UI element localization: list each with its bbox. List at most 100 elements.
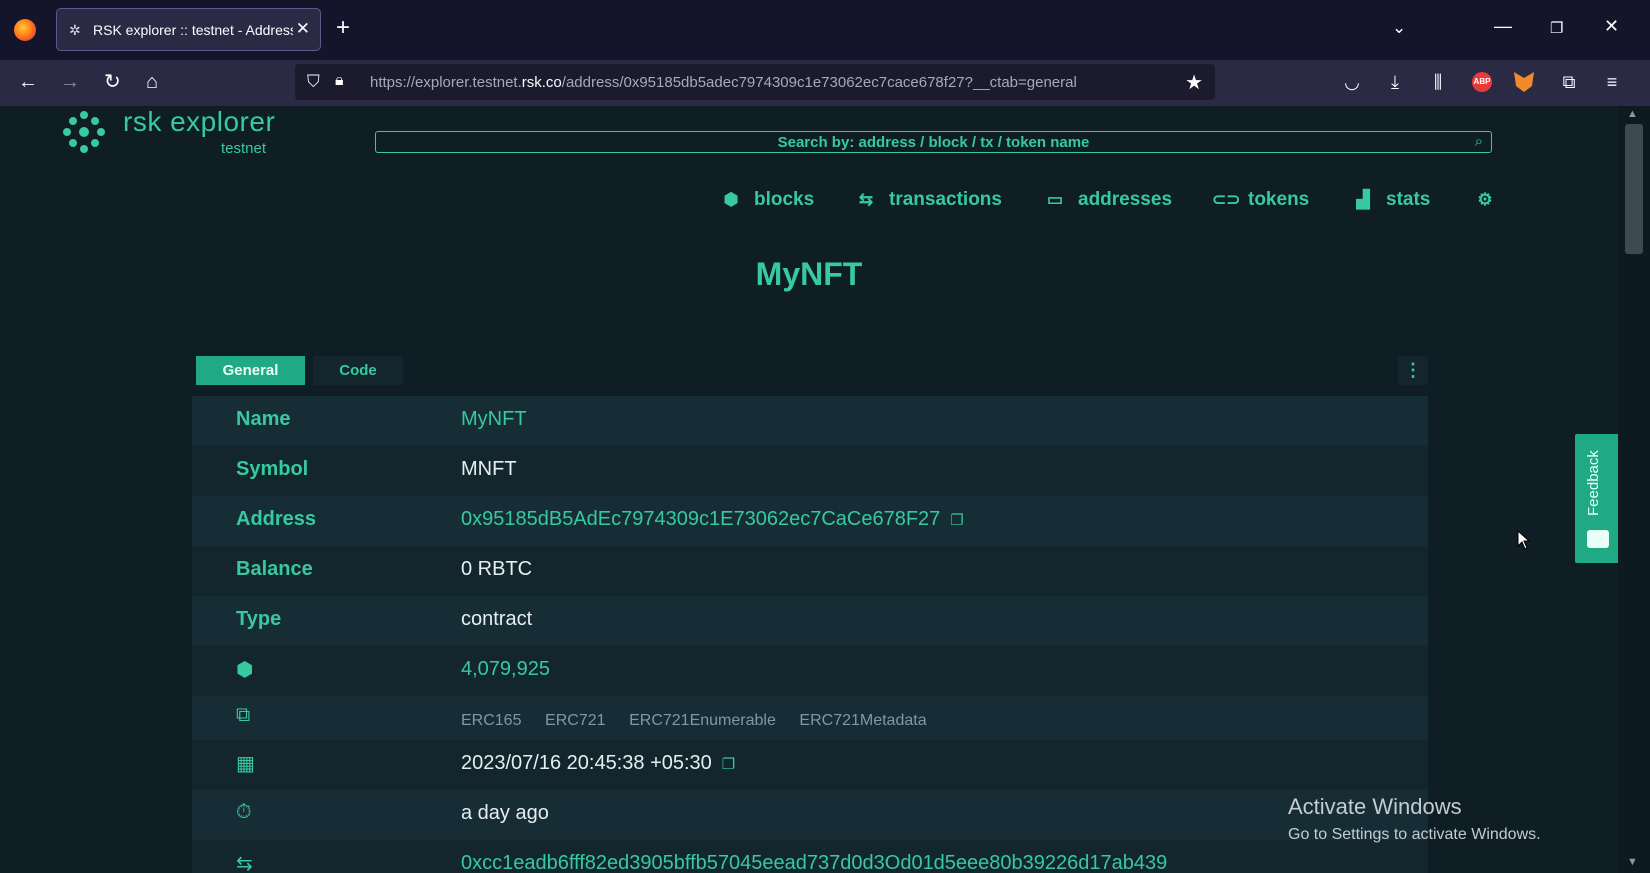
address-value[interactable]: 0x95185dB5AdEc7974309c1E73062ec7CaCe678F… (461, 508, 964, 531)
page-title: MyNFT (755, 256, 863, 292)
library-icon[interactable]: ⫼ (1426, 70, 1450, 94)
hamburger-menu-icon[interactable]: ≡ (1600, 70, 1624, 94)
download-icon[interactable]: ⤓ (1383, 70, 1407, 94)
cube-icon: ⬢ (723, 190, 739, 209)
arrows-icon: ⇆ (236, 853, 253, 873)
symbol-label: Symbol (236, 458, 309, 480)
page-content: rsk explorer testnet ⌕ ⬢blocks ⇆transact… (0, 106, 1618, 873)
feedback-label: Feedback (1585, 450, 1602, 516)
shield-icon[interactable]: ⛉ (307, 72, 320, 92)
windows-activation-watermark: Activate Windows Go to Settings to activ… (1288, 794, 1541, 844)
screen: ✲ RSK explorer :: testnet - Address ✕ + … (0, 0, 1650, 873)
row-interfaces: ⧉ ERC165 ERC721 ERC721Enumerable ERC721M… (192, 696, 1428, 740)
interfaces-list: ERC165 ERC721 ERC721Enumerable ERC721Met… (461, 708, 945, 731)
reload-icon[interactable]: ↻ (104, 70, 121, 94)
scroll-down-icon[interactable]: ▼ (1627, 856, 1638, 868)
rsk-logo-icon[interactable] (62, 110, 106, 154)
interface-chip: ERC721Enumerable (629, 712, 776, 729)
logo-subtitle: testnet (221, 140, 267, 157)
link-icon: ⊂⊃ (1212, 190, 1241, 209)
minimize-icon[interactable]: — (1494, 16, 1512, 37)
tx-value[interactable]: 0xcc1eadb6fff82ed3905bffb57045eead737d0d… (461, 852, 1167, 873)
row-block: ⬢ 4,079,925 (192, 646, 1428, 696)
page-scrollbar[interactable]: ▲ ▼ (1618, 106, 1650, 873)
balance-value: 0 RBTC (461, 558, 533, 580)
details-panel: Name MyNFT Symbol MNFT Address 0x95185dB… (192, 396, 1428, 873)
nav-tokens[interactable]: ⊂⊃ tokens (1212, 189, 1309, 217)
firefox-logo-icon[interactable] (14, 19, 36, 41)
browser-tab[interactable]: ✲ RSK explorer :: testnet - Address ✕ (56, 8, 321, 51)
arrows-icon: ⇆ (858, 190, 874, 209)
interface-chip: ERC165 (461, 712, 522, 729)
symbol-value: MNFT (461, 458, 517, 480)
tab-title: RSK explorer :: testnet - Address (93, 22, 293, 38)
search-input[interactable] (376, 132, 1491, 152)
row-name: Name MyNFT (192, 396, 1428, 446)
settings-button[interactable]: ⚙ (1472, 189, 1508, 217)
back-icon[interactable]: ← (18, 70, 38, 94)
browser-tab-strip: ✲ RSK explorer :: testnet - Address ✕ + … (0, 0, 1650, 60)
row-type: Type contract (192, 596, 1428, 646)
browser-toolbar: ← → ↻ ⌂ ⛉ 🔒︎ https://explorer.testnet.rs… (0, 60, 1650, 106)
card-icon: ▭ (1046, 190, 1064, 209)
row-symbol: Symbol MNFT (192, 446, 1428, 496)
close-tab-icon[interactable]: ✕ (296, 19, 310, 39)
scrollbar-thumb[interactable] (1625, 124, 1643, 254)
nav-transactions[interactable]: ⇆ transactions (853, 189, 1002, 217)
lock-icon[interactable]: 🔒︎ (335, 72, 344, 90)
tab-general[interactable]: General (196, 356, 305, 385)
created-value: 2023/07/16 20:45:38 +05:30 ❐ (461, 752, 736, 774)
chart-icon: ▟ (1356, 190, 1370, 209)
nav-blocks[interactable]: ⬢ blocks (718, 189, 815, 217)
new-tab-button[interactable]: + (336, 16, 350, 40)
pocket-icon[interactable]: ◡ (1340, 70, 1364, 94)
adblock-icon[interactable]: ABP (1472, 72, 1492, 92)
address-label: Address (236, 508, 317, 530)
cube-icon: ⬢ (236, 659, 254, 681)
watermark-line1: Activate Windows (1288, 794, 1462, 819)
age-value: a day ago (461, 802, 549, 824)
interface-chip: ERC721Metadata (799, 712, 927, 729)
calendar-icon: ▦ (236, 753, 255, 775)
more-options-icon[interactable]: ⋮ (1398, 356, 1428, 385)
nav-stats[interactable]: ▟ stats (1350, 189, 1430, 217)
feedback-button[interactable]: Feedback (1575, 434, 1618, 563)
search-bar: ⌕ (375, 131, 1492, 153)
row-age: ⏱ a day ago (192, 790, 1428, 840)
forward-icon[interactable]: → (60, 70, 80, 94)
row-created: ▦ 2023/07/16 20:45:38 +05:30 ❐ (192, 740, 1428, 790)
gear-icon: ⚙ (1477, 190, 1493, 209)
restore-icon[interactable]: ❐ (1550, 19, 1563, 37)
list-all-tabs-icon[interactable]: ⌄ (1392, 18, 1406, 38)
rsk-favicon-icon: ✲ (69, 22, 81, 38)
home-icon[interactable]: ⌂ (146, 70, 158, 94)
watermark-line2: Go to Settings to activate Windows. (1288, 826, 1541, 843)
chat-icon (1587, 530, 1609, 548)
url-bar[interactable]: ⛉ 🔒︎ https://explorer.testnet.rsk.co/add… (295, 64, 1215, 100)
type-label: Type (236, 608, 282, 630)
interface-chip: ERC721 (545, 712, 606, 729)
mouse-cursor-icon (1517, 530, 1531, 550)
copy-icon[interactable]: ❐ (950, 512, 963, 529)
block-value[interactable]: 4,079,925 (461, 658, 550, 681)
name-value[interactable]: MyNFT (461, 408, 527, 431)
balance-label: Balance (236, 558, 313, 580)
scroll-up-icon[interactable]: ▲ (1627, 108, 1638, 120)
nav-addresses[interactable]: ▭ addresses (1042, 189, 1172, 217)
external-link-icon: ⧉ (236, 704, 251, 726)
logo-title[interactable]: rsk explorer (123, 106, 275, 138)
bookmark-star-icon[interactable]: ★ (1185, 70, 1203, 95)
row-address: Address 0x95185dB5AdEc7974309c1E73062ec7… (192, 496, 1428, 546)
type-value: contract (461, 608, 533, 630)
row-balance: Balance 0 RBTC (192, 546, 1428, 596)
stopwatch-icon: ⏱ (236, 801, 252, 823)
row-tx: ⇆ 0xcc1eadb6fff82ed3905bffb57045eead737d… (192, 840, 1428, 873)
name-label: Name (236, 408, 291, 430)
metamask-icon[interactable] (1514, 72, 1534, 92)
tab-code[interactable]: Code (313, 356, 403, 385)
extensions-icon[interactable]: ⧉ (1557, 70, 1581, 94)
search-icon[interactable]: ⌕ (1475, 133, 1483, 150)
copy-icon[interactable]: ❐ (722, 756, 735, 773)
url-text[interactable]: https://explorer.testnet.rsk.co/address/… (370, 74, 1077, 91)
close-window-icon[interactable]: ✕ (1604, 16, 1619, 37)
